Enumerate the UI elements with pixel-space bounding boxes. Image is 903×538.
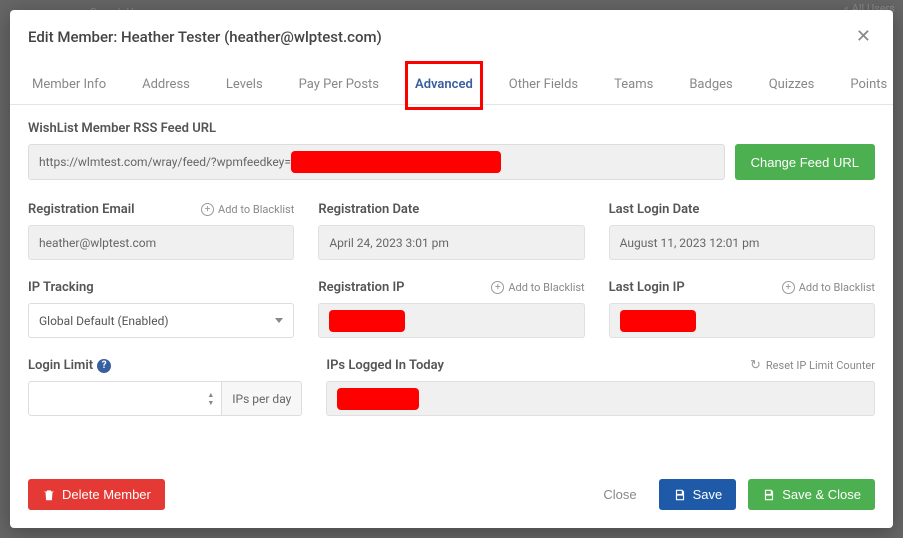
tab-teams[interactable]: Teams bbox=[610, 67, 657, 104]
tab-bar: Member Info Address Levels Pay Per Posts… bbox=[10, 67, 893, 105]
ip-tracking-select[interactable]: Global Default (Enabled) bbox=[28, 303, 294, 338]
tab-pay-per-posts[interactable]: Pay Per Posts bbox=[295, 67, 383, 104]
modal-header: Edit Member: Heather Tester (heather@wlp… bbox=[10, 10, 893, 63]
modal-title: Edit Member: Heather Tester (heather@wlp… bbox=[28, 28, 382, 46]
ip-tracking-label: IP Tracking bbox=[28, 280, 294, 295]
reset-ip-limit-counter[interactable]: ↻ Reset IP Limit Counter bbox=[749, 359, 875, 372]
redacted-ips-today bbox=[337, 388, 419, 410]
stepper-down-icon[interactable]: ▼ bbox=[204, 399, 217, 407]
login-limit-label: Login Limit? bbox=[28, 358, 302, 373]
feed-url-value: https://wlmtest.com/wray/feed/?wpmfeedke… bbox=[39, 155, 291, 169]
close-icon[interactable]: ✕ bbox=[852, 22, 875, 51]
registration-email-label: Registration Email bbox=[28, 202, 134, 217]
chevron-down-icon bbox=[275, 318, 283, 323]
help-icon[interactable]: ? bbox=[97, 359, 111, 373]
ips-logged-today-label: IPs Logged In Today bbox=[326, 358, 444, 373]
edit-member-modal: Edit Member: Heather Tester (heather@wlp… bbox=[10, 10, 893, 528]
redacted-reg-ip bbox=[329, 310, 405, 332]
stepper-up-icon[interactable]: ▲ bbox=[204, 391, 217, 399]
add-to-blacklist-label: Add to Blacklist bbox=[508, 281, 584, 294]
save-icon bbox=[673, 488, 687, 502]
save-and-close-button[interactable]: Save & Close bbox=[748, 479, 875, 510]
save-icon bbox=[762, 488, 776, 502]
tab-member-info[interactable]: Member Info bbox=[28, 67, 110, 104]
refresh-icon: ↻ bbox=[749, 359, 762, 372]
add-to-blacklist-label: Add to Blacklist bbox=[799, 281, 875, 294]
registration-ip-field bbox=[318, 303, 584, 338]
modal-footer: Delete Member Close Save Save & Close bbox=[10, 465, 893, 528]
save-button[interactable]: Save bbox=[659, 479, 737, 510]
plus-circle-icon: + bbox=[201, 203, 214, 216]
change-feed-url-button[interactable]: Change Feed URL bbox=[735, 144, 875, 180]
ips-logged-today-field bbox=[326, 381, 875, 416]
tab-quizzes[interactable]: Quizzes bbox=[765, 67, 819, 104]
add-to-blacklist-login-ip[interactable]: + Add to Blacklist bbox=[782, 281, 875, 294]
login-limit-input[interactable]: ▲ ▼ bbox=[28, 381, 222, 416]
add-to-blacklist-email[interactable]: + Add to Blacklist bbox=[201, 203, 294, 216]
feed-url-label: WishList Member RSS Feed URL bbox=[28, 121, 875, 136]
ip-tracking-value: Global Default (Enabled) bbox=[39, 314, 169, 328]
last-login-date-field: August 11, 2023 12:01 pm bbox=[609, 225, 875, 260]
tab-other-fields[interactable]: Other Fields bbox=[505, 67, 582, 104]
add-to-blacklist-label: Add to Blacklist bbox=[218, 203, 294, 216]
delete-member-button[interactable]: Delete Member bbox=[28, 479, 165, 510]
reset-ip-label: Reset IP Limit Counter bbox=[766, 359, 875, 372]
registration-date-label: Registration Date bbox=[318, 202, 584, 217]
registration-ip-label: Registration IP bbox=[318, 280, 404, 295]
redacted-login-ip bbox=[620, 310, 696, 332]
tab-address[interactable]: Address bbox=[138, 67, 194, 104]
add-to-blacklist-reg-ip[interactable]: + Add to Blacklist bbox=[491, 281, 584, 294]
tab-points[interactable]: Points bbox=[846, 67, 891, 104]
registration-email-field: heather@wlptest.com bbox=[28, 225, 294, 260]
tab-badges[interactable]: Badges bbox=[685, 67, 736, 104]
registration-date-field: April 24, 2023 3:01 pm bbox=[318, 225, 584, 260]
close-button[interactable]: Close bbox=[593, 481, 646, 508]
last-login-ip-label: Last Login IP bbox=[609, 280, 685, 295]
feed-url-input[interactable]: https://wlmtest.com/wray/feed/?wpmfeedke… bbox=[28, 144, 725, 180]
tab-levels[interactable]: Levels bbox=[222, 67, 267, 104]
redacted-feed-key bbox=[291, 151, 501, 173]
last-login-date-label: Last Login Date bbox=[609, 202, 875, 217]
ips-per-day-suffix: IPs per day bbox=[222, 381, 302, 416]
trash-icon bbox=[42, 488, 56, 502]
plus-circle-icon: + bbox=[491, 281, 504, 294]
last-login-ip-field bbox=[609, 303, 875, 338]
plus-circle-icon: + bbox=[782, 281, 795, 294]
tab-advanced[interactable]: Advanced bbox=[411, 67, 477, 104]
